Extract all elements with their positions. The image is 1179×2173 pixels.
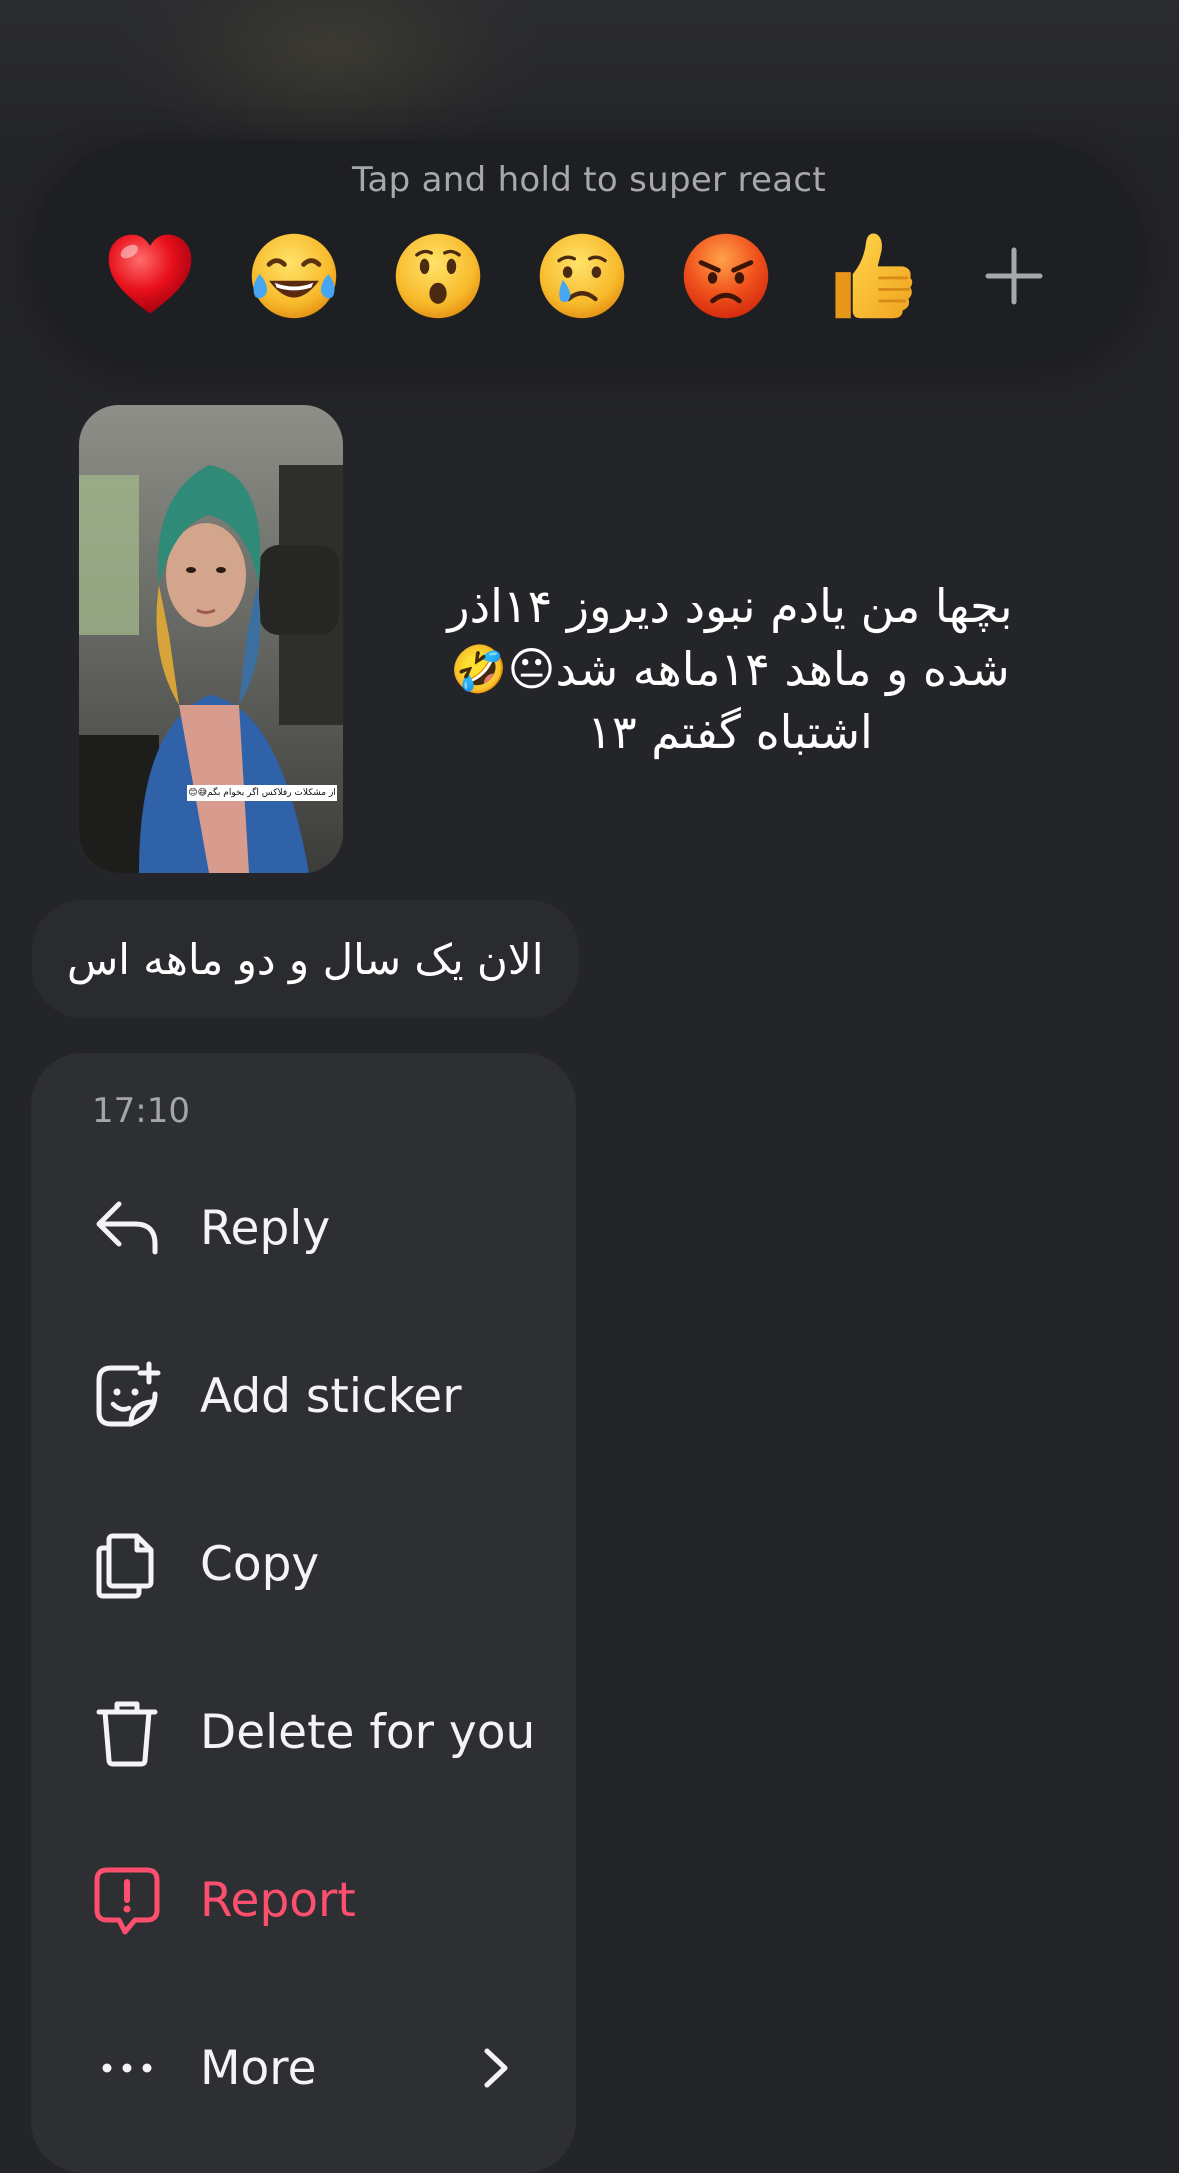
sticker-icon <box>89 1358 165 1434</box>
chevron-right-icon <box>484 2048 508 2088</box>
caption-line-3: اشتباه گفتم ۱۳ <box>587 705 873 759</box>
shared-reel-thumbnail[interactable]: از مشکلات رفلاکس اگر بخوام بگم😅😊 <box>79 405 343 873</box>
reply-label: Reply <box>200 1200 331 1256</box>
report-label: Report <box>200 1872 356 1928</box>
message-text: الان یک سال و دو ماهه اس <box>67 934 544 984</box>
tears-of-joy-reaction-icon[interactable] <box>246 228 342 324</box>
reaction-bar: Tap and hold to super react <box>32 140 1146 366</box>
angry-reaction-icon[interactable] <box>678 228 774 324</box>
message-bubble[interactable]: الان یک سال و دو ماهه اس <box>32 900 579 1018</box>
caption-line-2: شده و ماهد ۱۴ماهه شد😐🤣 <box>450 642 1010 696</box>
shared-post-caption: بچها من یادم نبود دیروز ۱۴اذر شده و ماهد… <box>430 575 1030 764</box>
trash-icon <box>89 1694 165 1770</box>
copy-label: Copy <box>200 1536 320 1592</box>
report-menu-item[interactable]: Report <box>31 1825 576 1975</box>
more-dots-icon <box>89 2030 165 2106</box>
reaction-hint: Tap and hold to super react <box>352 160 826 200</box>
thumbs-up-reaction-icon[interactable] <box>822 228 918 324</box>
more-label: More <box>200 2040 317 2096</box>
delete-for-you-menu-item[interactable]: Delete for you <box>31 1657 576 1807</box>
reply-arrow-icon <box>89 1190 165 1266</box>
report-icon <box>89 1862 165 1938</box>
delete-for-you-label: Delete for you <box>200 1704 536 1760</box>
add-sticker-label: Add sticker <box>200 1368 462 1424</box>
reel-preview-image <box>79 405 343 873</box>
more-menu-item[interactable]: More <box>31 1993 576 2143</box>
caption-line-1: بچها من یادم نبود دیروز ۱۴اذر <box>447 579 1013 633</box>
reel-overlay-text: از مشکلات رفلاکس اگر بخوام بگم😅😊 <box>188 788 336 798</box>
message-context-menu: 17:10 Reply Add sticker Copy Delete for … <box>31 1053 576 2173</box>
crying-reaction-icon[interactable] <box>534 228 630 324</box>
reaction-list <box>102 228 1110 324</box>
surprised-reaction-icon[interactable] <box>390 228 486 324</box>
copy-icon <box>89 1526 165 1602</box>
reply-menu-item[interactable]: Reply <box>31 1153 576 1303</box>
heart-reaction-icon[interactable] <box>102 228 198 324</box>
add-reaction-plus-icon[interactable] <box>966 228 1062 324</box>
add-sticker-menu-item[interactable]: Add sticker <box>31 1321 576 1471</box>
copy-menu-item[interactable]: Copy <box>31 1489 576 1639</box>
